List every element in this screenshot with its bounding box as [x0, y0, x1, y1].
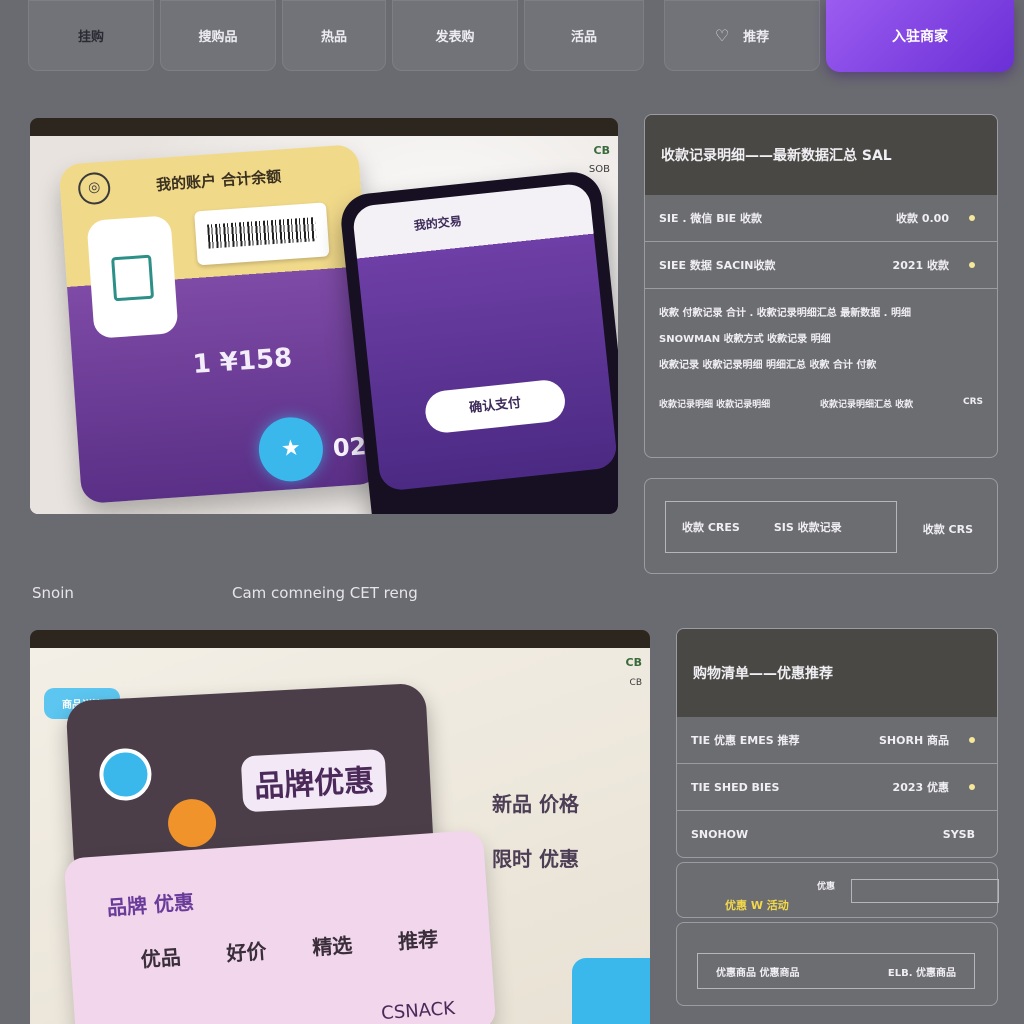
- tab-4[interactable]: 发表购: [392, 0, 518, 71]
- action-label: 收款 CRES: [682, 521, 740, 534]
- shopping-row[interactable]: TIE 优惠 EMES 推荐 SHORH 商品: [677, 717, 997, 764]
- tab-3[interactable]: 热品: [282, 0, 386, 71]
- transaction-row-label: SIE . 微信 BIE 收款: [659, 212, 763, 225]
- qr-icon: [111, 254, 155, 302]
- promo-bottom-input[interactable]: 优惠商品 优惠商品 ELB. 优惠商品: [697, 953, 975, 989]
- shopping-row-label: TIE 优惠 EMES 推荐: [691, 734, 800, 747]
- gallery-right-label: 限时 优惠: [492, 847, 579, 871]
- tab-2[interactable]: 搜购品: [160, 0, 276, 71]
- wallet-card: ◎ 我的账户 合计余额 1 ¥158 ★ 0265: [58, 143, 401, 505]
- gallery-card-brand: 品牌 优惠: [106, 889, 195, 920]
- status-dot-icon: [969, 784, 975, 790]
- gallery-corner-sub: CB: [629, 678, 642, 688]
- promo-bottom-left: 优惠商品 优惠商品: [716, 967, 800, 979]
- tab-label: 热品: [320, 30, 347, 45]
- shopping-panel-title: 购物清单——优惠推荐: [693, 666, 833, 682]
- tab-label: 推荐: [743, 30, 770, 45]
- shopping-row[interactable]: TIE SHED BIES 2023 优惠: [677, 764, 997, 811]
- action-input[interactable]: 收款 CRES SIS 收款记录: [665, 501, 897, 553]
- transaction-row[interactable]: SIE . 微信 BIE 收款 收款 0.00: [645, 195, 997, 242]
- card-item[interactable]: 推荐: [397, 923, 439, 955]
- transactions-panel-header: 收款记录明细——最新数据汇总 SAL: [645, 115, 997, 195]
- heart-icon: ♡: [714, 26, 730, 45]
- status-dot-icon: [969, 215, 975, 221]
- footer-right: CRS: [962, 397, 983, 407]
- phone-mockup: 我的交易 确认支付: [338, 169, 618, 514]
- tab-label: 搜购品: [198, 30, 238, 45]
- card-item[interactable]: 优品: [140, 941, 182, 973]
- transaction-row-label: SIEE 数据 SACIN收款: [659, 259, 776, 272]
- gallery-pink-card: 品牌 优惠 优品 好价 精选 推荐 CSNACK: [63, 829, 497, 1024]
- actions-panel: 收款 CRES SIS 收款记录 收款 CRS: [644, 478, 998, 574]
- promo-bottom-panel: 优惠商品 优惠商品 ELB. 优惠商品: [676, 922, 998, 1006]
- join-button-label: 入驻商家: [892, 29, 948, 45]
- action-label: SIS 收款记录: [773, 521, 842, 534]
- transactions-panel-title: 收款记录明细——最新数据汇总 SAL: [661, 148, 892, 164]
- barcode-bars: [207, 217, 317, 249]
- tab-5[interactable]: 活品: [524, 0, 644, 71]
- footer-mid: 收款记录明细汇总 收款: [819, 400, 914, 410]
- note-line: 收款记录 收款记录明细 明细汇总 收款 合计 付款: [659, 360, 877, 371]
- transaction-row[interactable]: SIEE 数据 SACIN收款 2021 收款: [645, 242, 997, 289]
- action-secondary-button[interactable]: 收款 CRS: [923, 521, 973, 537]
- wallet-card-title: 我的账户 合计余额: [155, 167, 282, 195]
- phone-screen: 我的交易 确认支付: [351, 182, 618, 492]
- tab-label: 挂购: [77, 30, 104, 45]
- note-line: 收款 付款记录 合计 . 收款记录明细汇总 最新数据 . 明细: [659, 308, 911, 319]
- gallery-right-labels: 新品 价格 限时 优惠: [492, 788, 579, 872]
- corner-sub: SOB: [588, 164, 610, 175]
- tab-label: 发表购: [435, 30, 475, 45]
- join-button[interactable]: 入驻商家: [826, 0, 1014, 72]
- gallery-title: 品牌优惠: [240, 748, 388, 813]
- gallery-corner-tile: [572, 958, 650, 1024]
- promo-panel: 优惠 W 活动 优惠: [676, 862, 999, 918]
- shopping-row-value: SHORH 商品: [879, 734, 949, 747]
- promo-text: 优惠 W 活动: [725, 899, 789, 912]
- barcode: [194, 202, 330, 266]
- shopping-panel-header: 购物清单——优惠推荐: [677, 629, 997, 717]
- section-caption-left: Snoin: [32, 584, 74, 602]
- transactions-panel: 收款记录明细——最新数据汇总 SAL SIE . 微信 BIE 收款 收款 0.…: [644, 114, 998, 458]
- transaction-footer: 收款记录明细 收款记录明细 收款记录明细汇总 收款 CRS: [645, 391, 997, 416]
- promo-bottom-right: ELB. 优惠商品: [887, 967, 956, 979]
- tab-label: 活品: [570, 30, 597, 45]
- promo-input[interactable]: [851, 879, 999, 903]
- phone-title: 我的交易: [413, 213, 463, 233]
- shopping-row-label: TIE SHED BIES: [691, 780, 780, 794]
- qr-tile: [86, 215, 179, 339]
- transaction-notes: 收款 付款记录 合计 . 收款记录明细汇总 最新数据 . 明细 SNOWMAN …: [645, 289, 997, 391]
- section-caption-right: Cam comneing CET reng: [232, 584, 418, 602]
- status-dot-icon: [969, 262, 975, 268]
- note-line: SNOWMAN 收款方式 收款记录 明细: [659, 334, 831, 345]
- shopping-summary-row: SNOHOW SYSB: [677, 811, 997, 857]
- transaction-row-value: 2021 收款: [892, 259, 949, 272]
- card-item[interactable]: 精选: [311, 929, 354, 961]
- gallery-corner-tag: CB: [625, 656, 642, 669]
- gallery-banner: 商品详情 品牌优惠 品牌 优惠 优品 好价 精选 推荐 CSNACK 新品 价格…: [30, 630, 650, 1024]
- gallery-card-items: 优品 好价 精选 推荐: [140, 923, 439, 973]
- phone-pay-label: 确认支付: [468, 395, 522, 417]
- tab-6[interactable]: ♡ 推荐: [664, 0, 820, 71]
- transaction-row-value: 收款 0.00: [896, 212, 949, 225]
- wallet-amount: 1 ¥158: [191, 343, 294, 380]
- promo-input-label: 优惠: [817, 882, 836, 892]
- status-dot-icon: [969, 737, 975, 743]
- wallet-action-icon: ★: [256, 415, 326, 484]
- shopping-panel: 购物清单——优惠推荐 TIE 优惠 EMES 推荐 SHORH 商品 TIE S…: [676, 628, 998, 858]
- card-item[interactable]: 好价: [225, 935, 268, 967]
- footer-left: 收款记录明细 收款记录明细: [659, 400, 771, 410]
- badge-orange-icon: [166, 797, 218, 849]
- brand-logo-icon: [98, 747, 153, 802]
- hero-banner: ◎ 我的账户 合计余额 1 ¥158 ★ 0265 我的交易 确认支付 CB S…: [30, 118, 618, 514]
- shopping-row-value: 2023 优惠: [892, 781, 949, 794]
- wallet-logo-icon: ◎: [77, 171, 112, 206]
- summary-left: SNOHOW: [691, 827, 749, 841]
- phone-pay-button[interactable]: 确认支付: [423, 378, 568, 435]
- tab-1[interactable]: 挂购: [28, 0, 154, 71]
- gallery-right-label: 新品 价格: [492, 792, 579, 816]
- summary-right: SYSB: [942, 827, 975, 841]
- corner-tag: CB: [593, 144, 610, 157]
- gallery-card-footer: CSNACK: [380, 997, 456, 1024]
